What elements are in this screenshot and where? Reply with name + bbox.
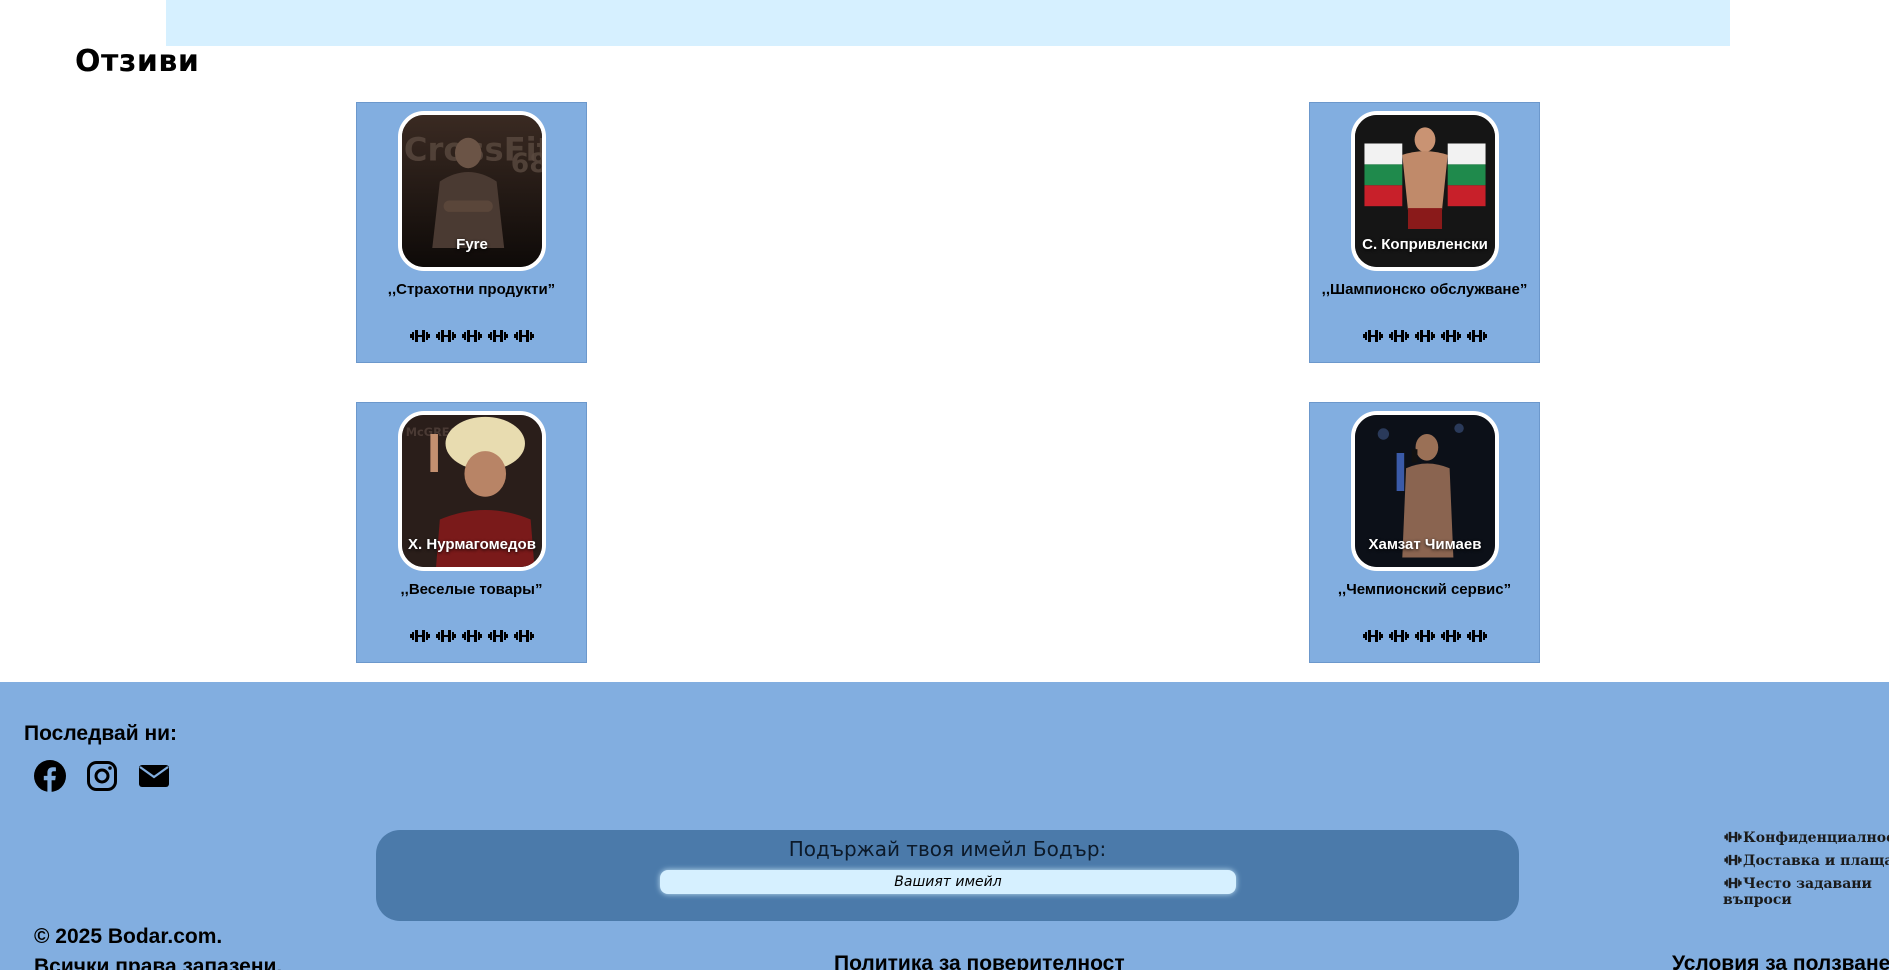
testimonial-quote: ,,Шампионско обслужване” (1321, 281, 1528, 298)
dumbbell-icon (1440, 630, 1461, 642)
rating (357, 629, 586, 645)
testimonial-photo: Хамзат Чимаев (1351, 411, 1499, 571)
dumbbell-icon (487, 330, 508, 342)
testimonial-card: С. Копривленски ,,Шампионско обслужване” (1309, 102, 1540, 363)
rating (1310, 629, 1539, 645)
link-label: Често задавани въпроси (1723, 876, 1872, 908)
top-banner (166, 0, 1730, 46)
dumbbell-icon (1414, 630, 1435, 642)
svg-text:68: 68 (511, 148, 542, 179)
dumbbell-icon (1362, 330, 1383, 342)
copyright: © 2025 Bodar.com. Всички права запазени. (34, 922, 282, 970)
dumbbell-icon (513, 630, 534, 642)
link-label: Доставка и плащане (1743, 853, 1889, 869)
dumbbell-icon (1388, 330, 1409, 342)
dumbbell-icon (1724, 877, 1742, 889)
dumbbell-icon (409, 330, 430, 342)
follow-label: Последвай ни: (24, 722, 178, 745)
dumbbell-icon (461, 330, 482, 342)
privacy-policy-link[interactable]: Политика за поверителност (834, 952, 1125, 970)
copyright-line: © 2025 Bodar.com. (34, 925, 223, 948)
newsletter-box: Подържай твоя имейл Бодър: (376, 830, 1519, 921)
dumbbell-icon (1440, 330, 1461, 342)
envelope-icon[interactable] (138, 760, 170, 792)
dumbbell-icon (409, 630, 430, 642)
dumbbell-icon (487, 630, 508, 642)
instagram-icon[interactable] (86, 760, 118, 792)
rating (357, 329, 586, 345)
section-title: Отзиви (75, 44, 200, 79)
facebook-icon[interactable] (34, 760, 66, 792)
testimonial-name: Х. Нурмагомедов (408, 536, 536, 553)
testimonial-quote: ,,Страхотни продукти” (387, 281, 556, 298)
testimonial-name: С. Копривленски (1362, 236, 1488, 253)
dumbbell-icon (435, 330, 456, 342)
dumbbell-icon (1362, 630, 1383, 642)
dumbbell-icon (1724, 854, 1742, 866)
testimonial-name: Fyre (456, 236, 488, 253)
testimonial-card: CrossFit 68 Fyre ,,Страхотни продукти” (356, 102, 587, 363)
terms-link[interactable]: Условия за ползване (1672, 952, 1889, 970)
dumbbell-icon (1388, 630, 1409, 642)
testimonial-card: McGREGOR Х. Нурмагомедов ,,Веселые товар… (356, 402, 587, 663)
newsletter-label: Подържай твоя имейл Бодър: (788, 837, 1107, 861)
copyright-line: Всички права запазени. (34, 955, 283, 970)
testimonial-quote: ,,Чемпионский сервис” (1337, 581, 1512, 598)
testimonial-photo: McGREGOR Х. Нурмагомедов (398, 411, 546, 571)
delivery-link[interactable]: Доставка и плащане (1723, 853, 1889, 869)
privacy-link[interactable]: Конфиденциалност (1723, 830, 1889, 846)
testimonial-photo: CrossFit 68 Fyre (398, 111, 546, 271)
dumbbell-icon (1466, 630, 1487, 642)
email-input[interactable] (660, 870, 1236, 894)
dumbbell-icon (513, 330, 534, 342)
footer: Последвай ни: Подържай твоя имейл Бодър:… (0, 682, 1889, 970)
testimonial-card: Хамзат Чимаев ,,Чемпионский сервис” (1309, 402, 1540, 663)
rating (1310, 329, 1539, 345)
dumbbell-icon (1724, 831, 1742, 843)
footer-links: Конфиденциалност Доставка и плащане Чест… (1723, 830, 1889, 915)
dumbbell-icon (1414, 330, 1435, 342)
testimonial-photo: С. Копривленски (1351, 111, 1499, 271)
dumbbell-icon (1466, 330, 1487, 342)
testimonial-quote: ,,Веселые товары” (400, 581, 543, 598)
testimonial-name: Хамзат Чимаев (1368, 536, 1482, 553)
dumbbell-icon (435, 630, 456, 642)
link-label: Конфиденциалност (1743, 830, 1889, 846)
dumbbell-icon (461, 630, 482, 642)
faq-link[interactable]: Често задавани въпроси (1723, 876, 1873, 908)
